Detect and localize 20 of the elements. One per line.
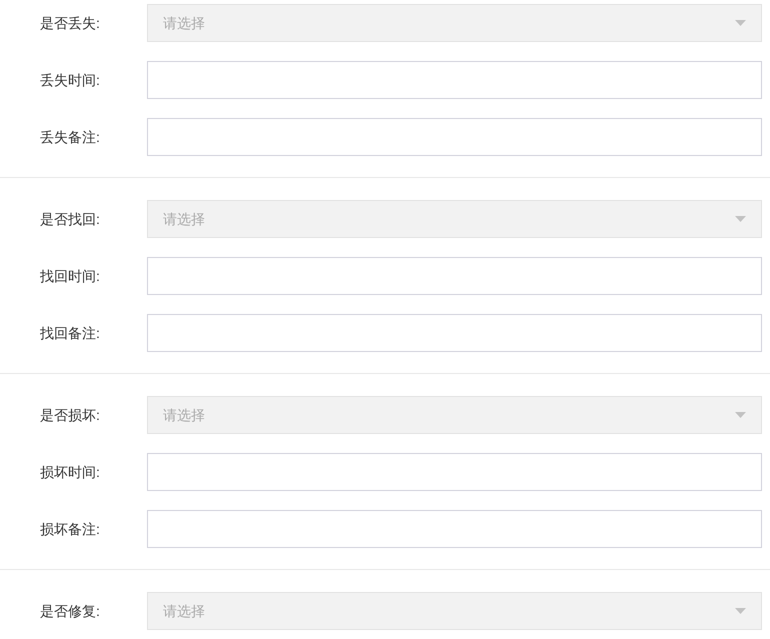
input-field[interactable] [147,118,762,156]
field-label: 是否丢失: [40,14,100,30]
dropdown-caret-icon [735,412,746,418]
field-label: 丢失时间: [40,72,100,88]
field-label: 丢失备注: [40,128,100,144]
field-label: 损坏备注: [40,520,100,536]
field-label: 是否修复: [40,602,100,618]
dropdown-caret-icon [735,216,746,222]
dropdown-caret-icon [735,20,746,26]
input-field[interactable] [147,61,762,99]
field-label: 是否找回: [40,210,100,226]
input-field[interactable] [147,314,762,352]
field-label: 找回时间: [40,268,100,284]
field-label: 损坏时间: [40,464,100,480]
input-field[interactable] [147,453,762,491]
input-field[interactable] [147,510,762,548]
field-label: 是否损坏: [40,406,100,422]
dropdown-caret-icon [735,608,746,614]
field-label: 找回备注: [40,324,100,340]
input-field[interactable] [147,257,762,295]
